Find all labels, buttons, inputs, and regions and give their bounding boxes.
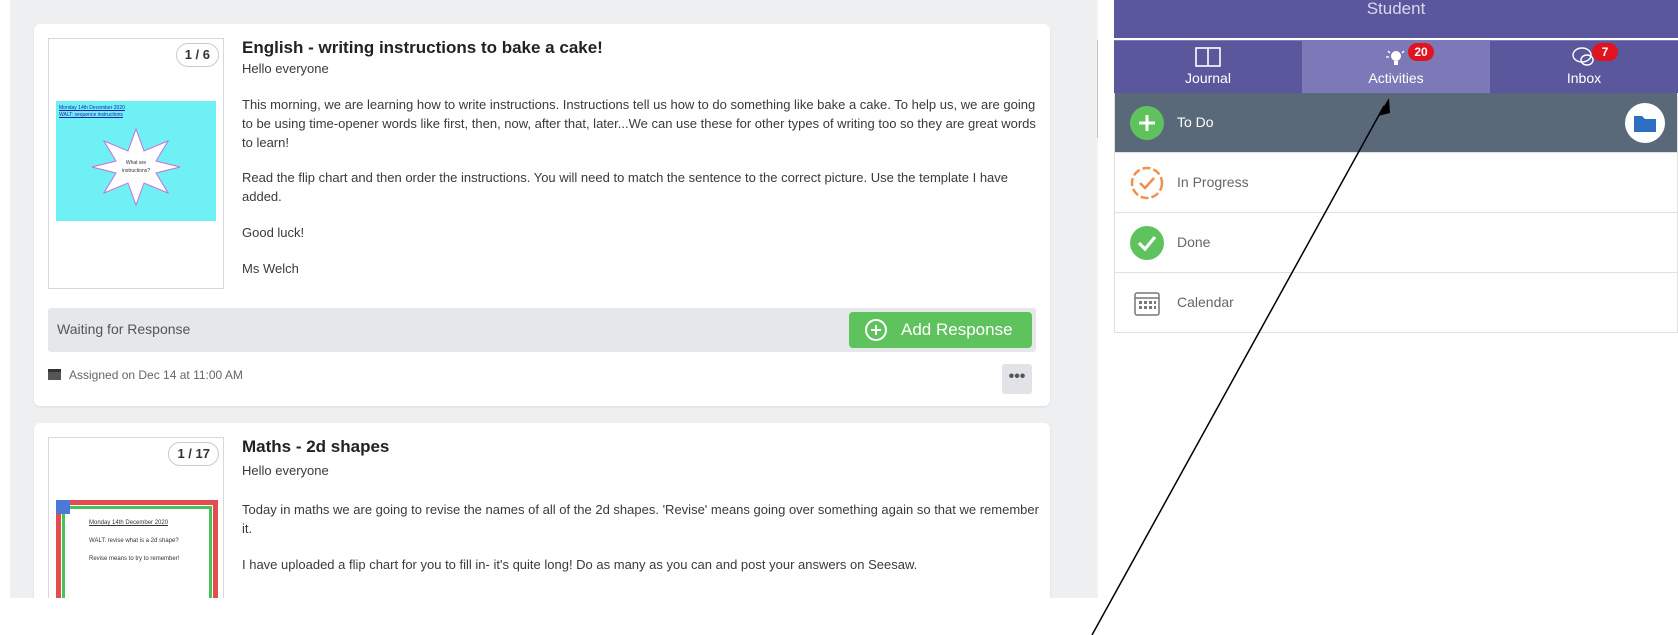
thumb-walt: WALT: revise what is a 2d shape? xyxy=(89,538,179,544)
filter-todo[interactable]: To Do xyxy=(1114,93,1678,153)
thumb-star-text: What are instructions? xyxy=(121,160,151,174)
corner-square-icon xyxy=(56,500,70,514)
lightbulb-icon xyxy=(1386,50,1405,65)
activity-card: 1 / 17 Monday 14th December 2020 WALT: r… xyxy=(34,423,1050,598)
feed-scrollbar-thumb[interactable] xyxy=(1097,40,1098,138)
flipchart-preview: Monday 14th December 2020 WALT: sequence… xyxy=(56,101,216,221)
tab-bar: Journal 20 Activities 7 Inbox xyxy=(1114,40,1678,94)
activity-paragraph: Read the flip chart and then order the i… xyxy=(242,170,1009,204)
activity-thumbnail[interactable]: 1 / 17 Monday 14th December 2020 WALT: r… xyxy=(48,437,224,598)
activity-card: 1 / 6 Monday 14th December 2020 WALT: se… xyxy=(34,24,1050,406)
tab-journal[interactable]: Journal xyxy=(1114,41,1302,94)
activity-thumbnail[interactable]: 1 / 6 Monday 14th December 2020 WALT: se… xyxy=(48,38,224,289)
filter-done[interactable]: Done xyxy=(1114,213,1678,273)
page-indicator: 1 / 17 xyxy=(168,442,219,466)
activity-paragraph: Today in maths we are going to revise th… xyxy=(242,502,1039,536)
activity-feed: 1 / 6 Monday 14th December 2020 WALT: se… xyxy=(10,0,1098,598)
activity-greeting: Hello everyone xyxy=(242,463,329,478)
assigned-date: Assigned on Dec 14 at 11:00 AM xyxy=(48,368,243,382)
add-response-button[interactable]: Add Response xyxy=(849,312,1032,348)
tab-activities[interactable]: 20 Activities xyxy=(1302,41,1490,94)
activity-filter-list: To Do In Progress Done Calendar xyxy=(1114,93,1678,333)
activity-signature: Ms Welch xyxy=(242,261,299,276)
tab-label: Activities xyxy=(1368,70,1424,86)
calendar-icon xyxy=(48,369,61,380)
tab-label: Inbox xyxy=(1566,70,1602,86)
activity-paragraph: Good luck! xyxy=(242,225,305,240)
filter-label: In Progress xyxy=(1177,174,1249,190)
tab-label: Journal xyxy=(1185,70,1231,86)
activities-panel: Student Journal 20 Activities 7 Inbox To… xyxy=(1114,0,1678,598)
response-status: Waiting for Response xyxy=(57,321,191,337)
activity-title[interactable]: Maths - 2d shapes xyxy=(242,437,389,457)
thumb-date: Monday 14th December 2020 xyxy=(89,520,169,526)
plus-circle-icon xyxy=(1130,106,1164,140)
more-options-button[interactable]: ••• xyxy=(1002,364,1032,394)
activity-paragraph: I have uploaded a flip chart for you to … xyxy=(242,557,918,572)
dashed-check-icon xyxy=(1130,166,1164,200)
activity-paragraph: This morning, we are learning how to wri… xyxy=(242,97,1036,150)
activities-count-badge: 20 xyxy=(1408,43,1434,61)
tab-inbox[interactable]: 7 Inbox xyxy=(1490,41,1678,94)
filter-label: To Do xyxy=(1177,114,1214,130)
add-response-label: Add Response xyxy=(901,320,1013,339)
activity-greeting: Hello everyone xyxy=(242,61,329,76)
plus-circle-icon xyxy=(865,319,887,341)
calendar-icon xyxy=(1134,292,1160,316)
response-bar: Waiting for Response Add Response xyxy=(48,308,1036,352)
folder-button[interactable] xyxy=(1625,103,1665,143)
assigned-text: Assigned on Dec 14 at 11:00 AM xyxy=(69,368,243,382)
inbox-count-badge: 7 xyxy=(1592,43,1618,61)
filter-calendar[interactable]: Calendar xyxy=(1114,273,1678,333)
flipchart-preview: Monday 14th December 2020 WALT: revise w… xyxy=(56,500,218,598)
filter-label: Done xyxy=(1177,234,1211,250)
thumb-note: Revise means to try to remember! xyxy=(89,556,180,562)
journal-book-icon xyxy=(1195,47,1221,67)
filter-label: Calendar xyxy=(1177,294,1234,310)
filter-in-progress[interactable]: In Progress xyxy=(1114,153,1678,213)
user-role-label: Student xyxy=(1114,0,1678,38)
check-circle-icon xyxy=(1130,226,1164,260)
activity-title[interactable]: English - writing instructions to bake a… xyxy=(242,38,603,58)
folder-icon xyxy=(1634,116,1656,132)
page-indicator: 1 / 6 xyxy=(175,43,219,67)
